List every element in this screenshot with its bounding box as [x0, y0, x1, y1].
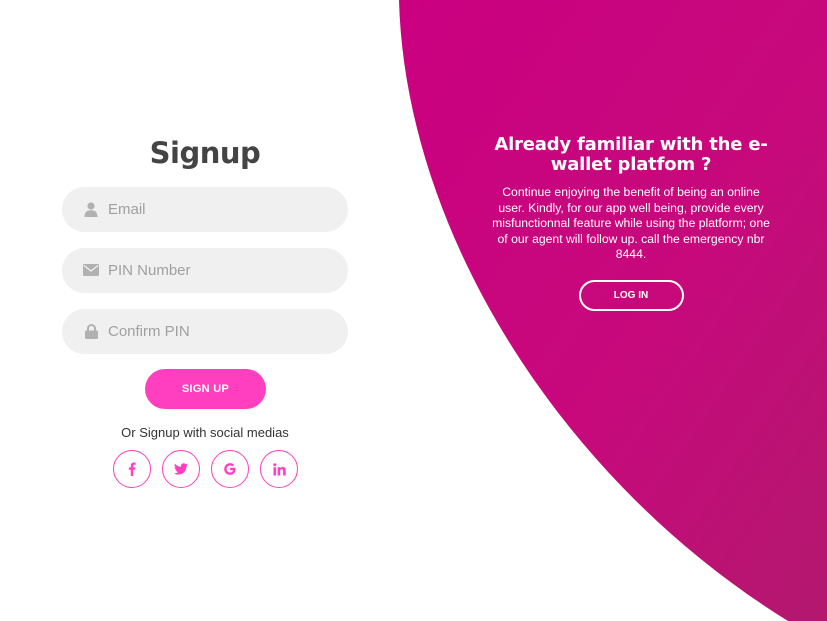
lock-icon: [82, 322, 100, 340]
confirm-pin-field[interactable]: [62, 309, 348, 354]
social-signup-text: Or Signup with social medias: [121, 425, 289, 440]
facebook-button[interactable]: [113, 450, 151, 488]
google-button[interactable]: [211, 450, 249, 488]
signup-title: Signup: [149, 136, 261, 170]
linkedin-button[interactable]: [260, 450, 298, 488]
linkedin-icon: [272, 462, 286, 475]
email-input[interactable]: [108, 187, 333, 232]
twitter-button[interactable]: [162, 450, 200, 488]
info-panel: Already familiar with the e-wallet platf…: [486, 135, 776, 311]
social-buttons: [113, 450, 299, 488]
google-icon: [224, 463, 236, 475]
envelope-icon: [82, 261, 100, 279]
log-in-button[interactable]: LOG IN: [578, 279, 684, 311]
facebook-icon: [128, 462, 136, 476]
email-field[interactable]: [62, 187, 348, 232]
info-text: Continue enjoying the benefit of being a…: [492, 185, 770, 261]
pin-number-field[interactable]: [62, 248, 348, 293]
sign-up-button[interactable]: SIGN UP: [145, 369, 266, 409]
signup-panel: Signup SIGN UP Or Signup with social med…: [62, 130, 348, 488]
user-icon: [82, 200, 100, 218]
pin-number-input[interactable]: [108, 248, 333, 293]
confirm-pin-input[interactable]: [108, 309, 333, 354]
twitter-icon: [174, 463, 188, 475]
info-title: Already familiar with the e-wallet platf…: [494, 134, 768, 175]
